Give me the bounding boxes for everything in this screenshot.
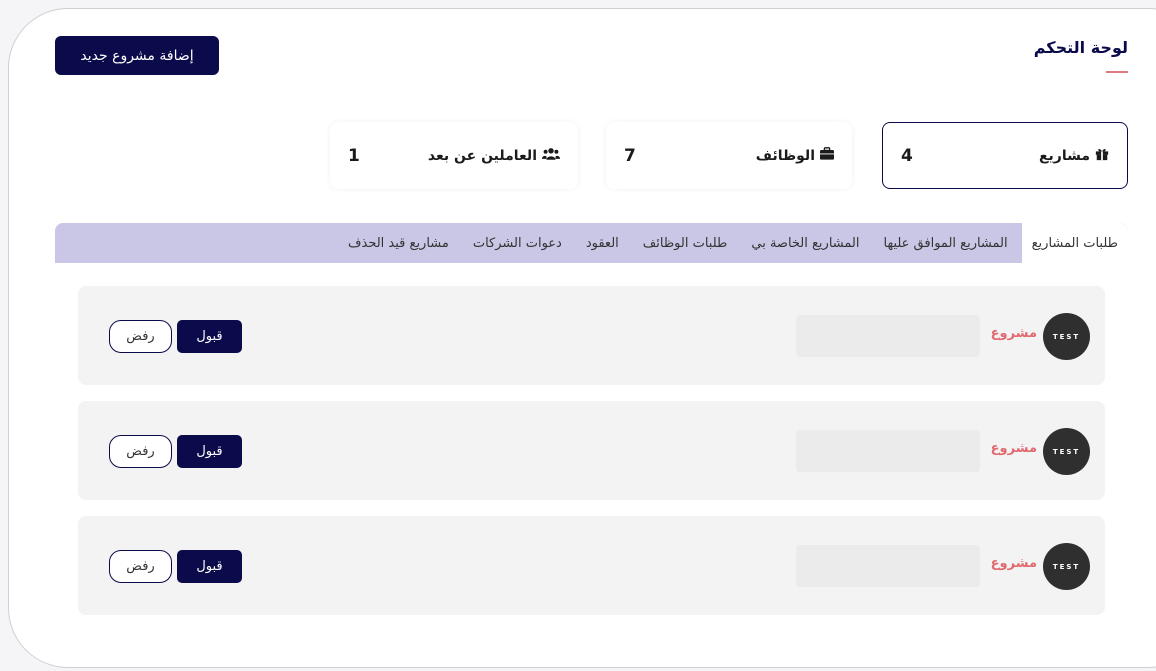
tab-company-invitations[interactable]: دعوات الشركات bbox=[465, 223, 570, 263]
request-info-field bbox=[796, 430, 980, 472]
stat-value: 7 bbox=[624, 145, 636, 166]
request-row: TEST مشروع قبول رفض bbox=[78, 516, 1105, 615]
stat-label: العاملين عن بعد bbox=[427, 147, 537, 164]
tab-contracts[interactable]: العقود bbox=[578, 223, 627, 263]
stat-label: الوظائف bbox=[755, 147, 815, 164]
tab-approved-projects[interactable]: المشاريع الموافق عليها bbox=[875, 223, 1015, 263]
avatar: TEST bbox=[1043, 428, 1090, 475]
tab-projects-pending-deletion[interactable]: مشاريع قيد الحذف bbox=[340, 223, 457, 263]
accept-button[interactable]: قبول bbox=[177, 320, 242, 353]
page-title: لوحة التحكم bbox=[1033, 38, 1128, 57]
tab-project-requests[interactable]: طلبات المشاريع bbox=[1021, 223, 1128, 263]
tab-my-projects[interactable]: المشاريع الخاصة بي bbox=[743, 223, 867, 263]
stat-label-wrap: مشاريع bbox=[1039, 123, 1109, 188]
tabs-bar: طلبات المشاريع المشاريع الموافق عليها ال… bbox=[55, 223, 1128, 263]
briefcase-icon bbox=[820, 147, 834, 164]
avatar: TEST bbox=[1043, 313, 1090, 360]
reject-button[interactable]: رفض bbox=[109, 550, 172, 583]
stat-label-wrap: الوظائف bbox=[756, 122, 834, 189]
stat-label: مشاريع bbox=[1038, 147, 1090, 164]
stat-value: 4 bbox=[901, 145, 913, 166]
stat-value: 1 bbox=[348, 145, 360, 166]
request-row: TEST مشروع قبول رفض bbox=[78, 401, 1105, 500]
accept-button[interactable]: قبول bbox=[177, 435, 242, 468]
request-row: TEST مشروع قبول رفض bbox=[78, 286, 1105, 385]
tab-job-requests[interactable]: طلبات الوظائف bbox=[635, 223, 736, 263]
request-info-field bbox=[796, 315, 980, 357]
avatar: TEST bbox=[1043, 543, 1090, 590]
request-label: مشروع bbox=[990, 326, 1037, 341]
reject-button[interactable]: رفض bbox=[109, 320, 172, 353]
stat-card-jobs[interactable]: الوظائف 7 bbox=[606, 122, 852, 189]
add-project-button[interactable]: إضافة مشروع جديد bbox=[55, 36, 219, 75]
request-label: مشروع bbox=[990, 441, 1037, 456]
users-icon bbox=[542, 147, 560, 164]
gift-icon bbox=[1095, 147, 1109, 165]
request-info-field bbox=[796, 545, 980, 587]
request-label: مشروع bbox=[990, 556, 1037, 571]
requests-panel: طلبات المشاريع المشاريع الموافق عليها ال… bbox=[55, 223, 1128, 643]
title-underline bbox=[1106, 71, 1128, 73]
stat-card-remote-workers[interactable]: العاملين عن بعد 1 bbox=[330, 122, 578, 189]
stat-card-projects[interactable]: مشاريع 4 bbox=[882, 122, 1128, 189]
accept-button[interactable]: قبول bbox=[177, 550, 242, 583]
stat-label-wrap: العاملين عن بعد bbox=[428, 122, 560, 189]
reject-button[interactable]: رفض bbox=[109, 435, 172, 468]
